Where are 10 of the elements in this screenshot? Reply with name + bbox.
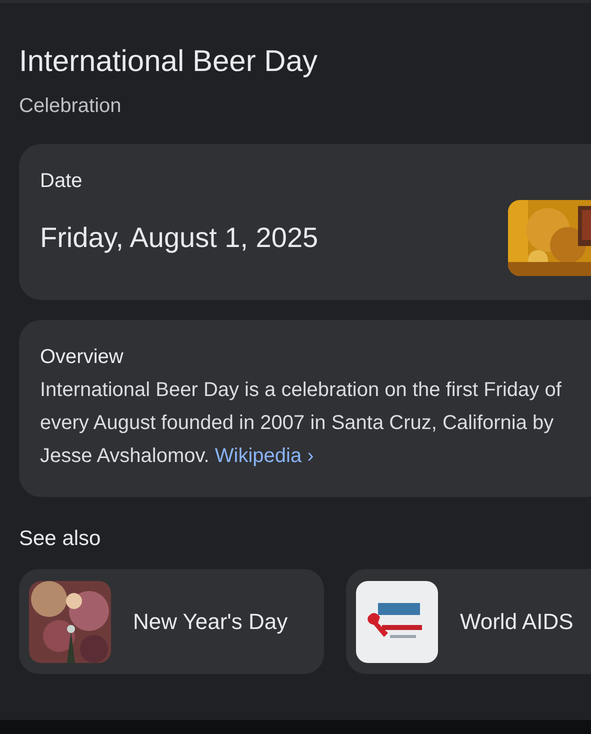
wikipedia-link[interactable]: Wikipedia › [214,445,314,467]
related-event-card[interactable]: New Year's Day [19,569,324,674]
date-value: Friday, August 1, 2025 [40,221,320,255]
date-label: Date [40,169,84,194]
see-also-heading: See also [19,526,102,552]
entity-subtitle: Celebration [19,94,122,119]
related-event-card[interactable]: World AIDS [346,569,591,674]
entity-title: International Beer Day [19,44,319,80]
overview-label: Overview [40,345,124,370]
overview-text: International Beer Day is a celebration on the first Friday of every August founded in 2007 in Santa Cruz, California by Jesse Avshalomov. Wikipedia › [40,378,562,469]
